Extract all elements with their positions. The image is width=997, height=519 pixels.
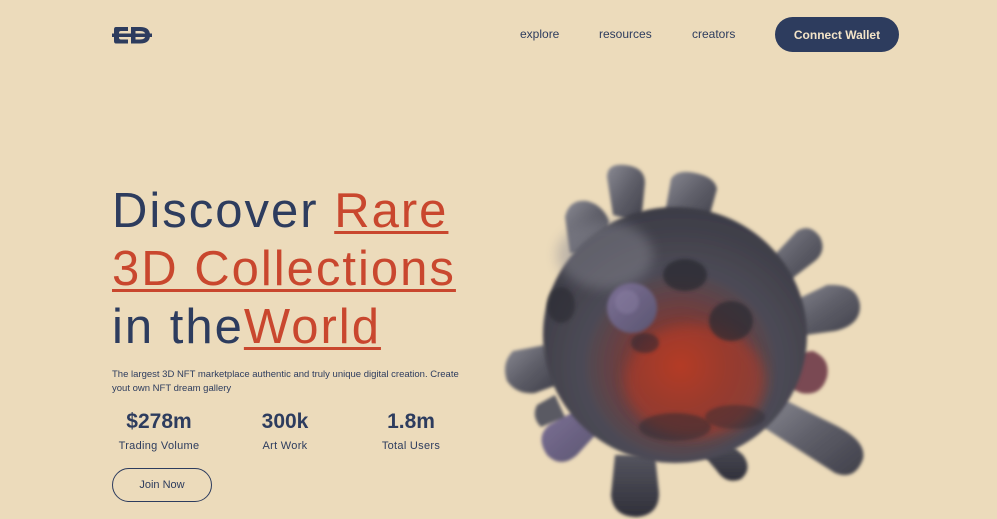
stat-trading-volume: $278m Trading Volume	[96, 409, 222, 452]
hero-title-accent-world: World	[243, 300, 381, 354]
stat-value: 300k	[261, 410, 309, 433]
hero-description: The largest 3D NFT marketplace authentic…	[112, 369, 459, 394]
3d-virus-sculpture-icon	[505, 164, 864, 517]
ed-logo-icon[interactable]	[112, 22, 152, 48]
connect-wallet-button[interactable]: Connect Wallet	[775, 17, 899, 52]
stat-value: $278m	[126, 410, 192, 433]
hero-title-line1-plain: Discover	[112, 184, 335, 238]
hero-title-accent-collections: 3D Collections	[112, 242, 456, 296]
stat-label: Total Users	[381, 440, 441, 452]
stat-label: Trading Volume	[118, 440, 200, 452]
stat-value: 1.8m	[387, 410, 435, 433]
hero-title-accent-rare: Rare	[334, 184, 449, 238]
nav-link-explore[interactable]: explore	[520, 27, 559, 41]
stat-label: Art Work	[262, 440, 308, 452]
stat-total-users: 1.8m Total Users	[348, 409, 474, 452]
hero-title-line3-plain: in the	[112, 300, 244, 354]
join-now-button[interactable]: Join Now	[112, 468, 212, 502]
hero-title: Discover Rare 3D Collections in theWorld	[112, 182, 456, 356]
stat-art-work: 300k Art Work	[222, 409, 348, 452]
nav-link-creators[interactable]: creators	[692, 27, 735, 41]
nav-link-resources[interactable]: resources	[599, 27, 652, 41]
